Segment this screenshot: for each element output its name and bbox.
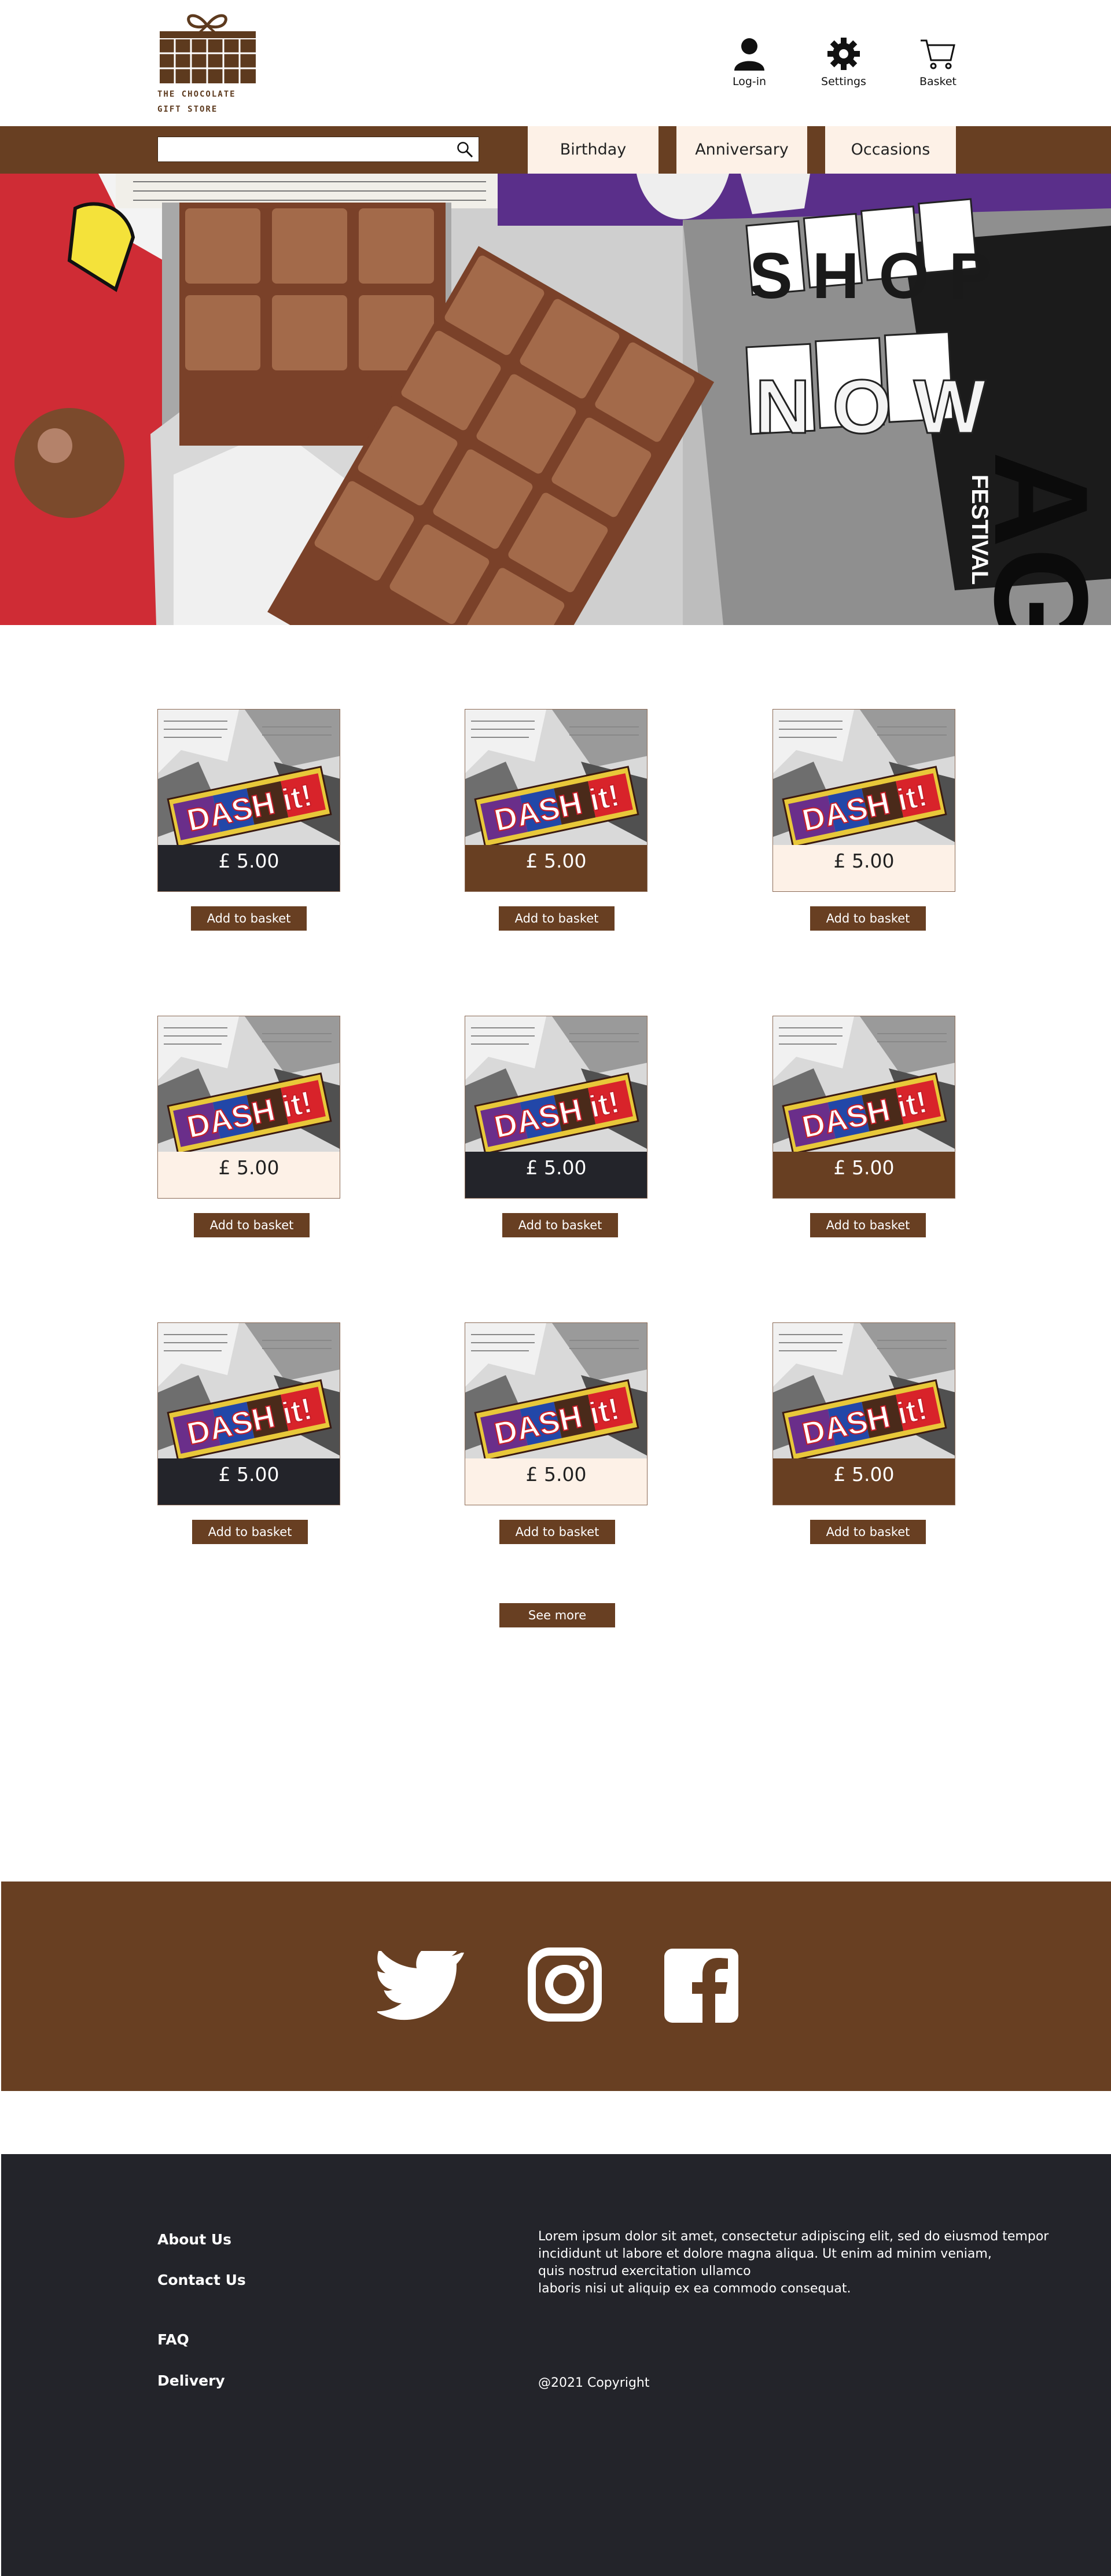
product-card[interactable]: DASH it! £ 5.00	[465, 1322, 648, 1505]
add-to-basket-button[interactable]: Add to basket	[502, 1213, 618, 1237]
product-card[interactable]: DASH it! £ 5.00	[465, 1016, 648, 1199]
hero-collage-image: FESTIVAL AGIT SHOP NOW	[0, 174, 1111, 625]
cart-icon	[921, 39, 955, 69]
hero-poster-text: AGIT	[967, 451, 1111, 625]
instagram-icon[interactable]	[528, 1947, 602, 2022]
tab-occasions[interactable]: Occasions	[825, 126, 956, 174]
footer-link-contact[interactable]: Contact Us	[157, 2272, 246, 2288]
product-card[interactable]: DASH it! £ 5.00	[157, 709, 340, 892]
add-to-basket-button[interactable]: Add to basket	[499, 906, 615, 931]
product-price: £ 5.00	[158, 1458, 340, 1505]
add-to-basket-button[interactable]: Add to basket	[194, 1213, 310, 1237]
gift-box-icon	[160, 14, 256, 83]
product-price: £ 5.00	[773, 1458, 955, 1505]
footer-link-about[interactable]: About Us	[157, 2231, 231, 2248]
basket-label: Basket	[919, 75, 957, 88]
login-label: Log-in	[732, 75, 767, 88]
hero-headline-now: NOW	[755, 364, 1008, 449]
add-to-basket-button[interactable]: Add to basket	[499, 1520, 615, 1544]
tab-anniversary[interactable]: Anniversary	[676, 126, 807, 174]
product-price: £ 5.00	[465, 1152, 647, 1198]
add-to-basket-button[interactable]: Add to basket	[192, 1520, 308, 1544]
product-card[interactable]: DASH it! £ 5.00	[772, 1016, 955, 1199]
copyright-text: @2021 Copyright	[538, 2376, 650, 2390]
footer-description: Lorem ipsum dolor sit amet, consectetur …	[538, 2229, 1049, 2296]
gear-icon	[827, 38, 860, 70]
basket-button[interactable]: Basket	[912, 37, 964, 88]
product-card[interactable]: DASH it! £ 5.00	[772, 709, 955, 892]
add-to-basket-button[interactable]: Add to basket	[810, 906, 926, 931]
social-bar	[1, 1882, 1111, 2091]
footer-link-faq[interactable]: FAQ	[157, 2331, 189, 2348]
settings-button[interactable]: Settings	[818, 37, 870, 88]
footer-link-delivery[interactable]: Delivery	[157, 2372, 225, 2389]
site-header: THE CHOCOLATE GIFT STORE Log-in Settings	[0, 0, 1111, 126]
product-price: £ 5.00	[773, 845, 955, 891]
logo-text: THE CHOCOLATE GIFT STORE	[157, 90, 236, 114]
settings-label: Settings	[821, 75, 866, 88]
add-to-basket-button[interactable]: Add to basket	[810, 1213, 926, 1237]
login-button[interactable]: Log-in	[723, 37, 775, 88]
see-more-button[interactable]: See more	[499, 1603, 615, 1627]
product-price: £ 5.00	[158, 1152, 340, 1198]
product-price: £ 5.00	[465, 1458, 647, 1505]
product-card[interactable]: DASH it! £ 5.00	[465, 709, 648, 892]
product-price: £ 5.00	[773, 1152, 955, 1198]
product-card[interactable]: DASH it! £ 5.00	[157, 1016, 340, 1199]
tab-birthday[interactable]: Birthday	[528, 126, 658, 174]
add-to-basket-button[interactable]: Add to basket	[810, 1520, 926, 1544]
product-price: £ 5.00	[465, 845, 647, 891]
hero-headline-shop: SHOP	[749, 240, 1011, 312]
site-footer: About Us Contact Us FAQ Delivery Lorem i…	[1, 2154, 1111, 2576]
hero-banner[interactable]: FESTIVAL AGIT SHOP NOW	[0, 174, 1111, 625]
store-logo[interactable]: THE CHOCOLATE GIFT STORE	[157, 12, 262, 122]
product-price: £ 5.00	[158, 845, 340, 891]
facebook-icon[interactable]	[664, 1949, 738, 2023]
user-icon	[734, 38, 764, 71]
twitter-icon[interactable]	[377, 1951, 466, 2024]
product-card[interactable]: DASH it! £ 5.00	[772, 1322, 955, 1505]
search-icon[interactable]	[457, 141, 474, 159]
product-card[interactable]: DASH it! £ 5.00	[157, 1322, 340, 1505]
add-to-basket-button[interactable]: Add to basket	[191, 906, 307, 931]
search-input[interactable]	[157, 137, 479, 162]
